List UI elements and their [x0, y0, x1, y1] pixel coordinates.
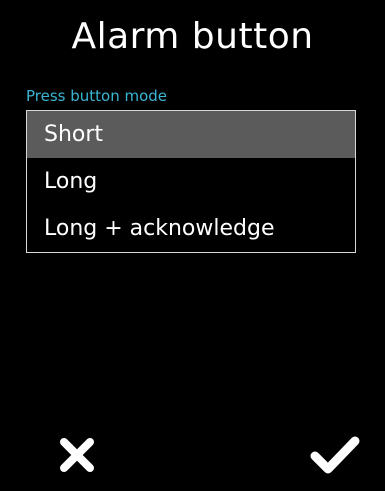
page-title: Alarm button: [71, 16, 314, 57]
option-long-acknowledge[interactable]: Long + acknowledge: [27, 205, 355, 252]
close-icon: [60, 438, 94, 472]
press-mode-label: Press button mode: [26, 87, 168, 105]
press-mode-list: Short Long Long + acknowledge: [26, 110, 356, 253]
option-short[interactable]: Short: [27, 111, 355, 158]
cancel-button[interactable]: [52, 430, 102, 480]
option-long[interactable]: Long: [27, 158, 355, 205]
checkmark-icon: [310, 436, 360, 474]
confirm-button[interactable]: [305, 430, 365, 480]
